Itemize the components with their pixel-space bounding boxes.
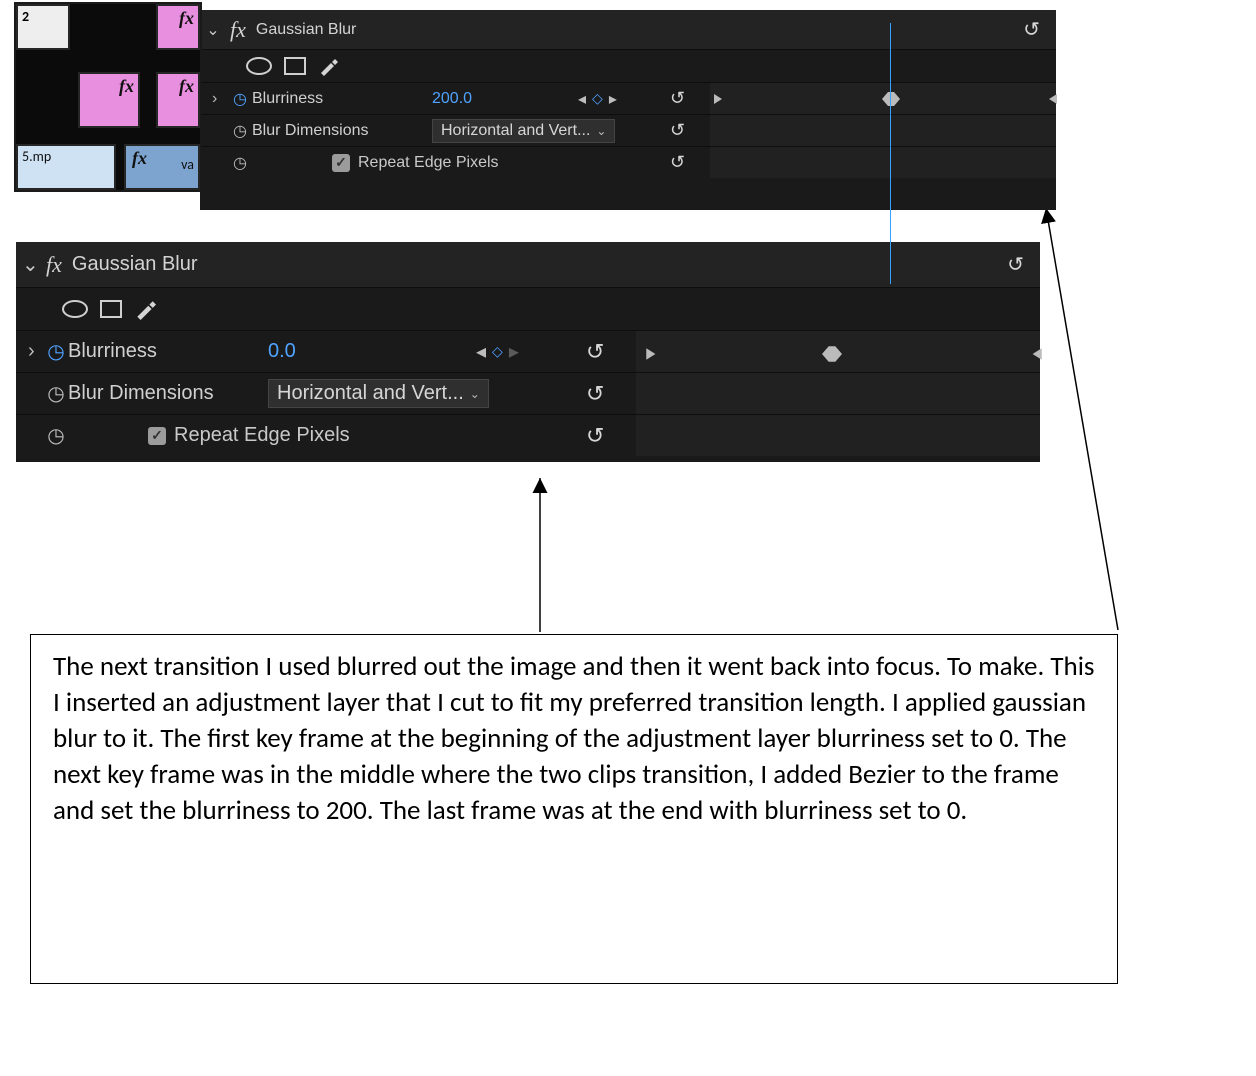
reset-property-button[interactable]: ↺ xyxy=(586,339,604,365)
keyframe-track[interactable] xyxy=(636,331,1040,372)
stopwatch-icon[interactable]: ◷ xyxy=(44,381,68,406)
mask-tools-row xyxy=(16,288,1040,330)
timeline-clip[interactable]: 5.mp xyxy=(16,144,116,190)
reset-property-button[interactable]: ↺ xyxy=(670,88,685,109)
keyframe-marker[interactable] xyxy=(1045,92,1061,106)
property-row-repeat-edge: ◷ ✓ Repeat Edge Pixels ↺ xyxy=(200,146,1056,178)
track-header: 2 xyxy=(16,4,70,50)
ellipse-mask-icon[interactable] xyxy=(246,57,272,75)
reset-effect-button[interactable]: ↺ xyxy=(1001,252,1030,277)
rectangle-mask-icon[interactable] xyxy=(284,57,306,75)
blur-dimensions-dropdown[interactable]: Horizontal and Vert... ⌄ xyxy=(432,119,615,143)
keyframe-track[interactable] xyxy=(710,147,1056,178)
property-row-blur-dimensions: ◷ Blur Dimensions Horizontal and Vert...… xyxy=(16,372,1040,414)
checkbox-label: Repeat Edge Pixels xyxy=(358,154,499,172)
chevron-right-icon[interactable]: › xyxy=(28,340,44,363)
effect-name: Gaussian Blur xyxy=(256,21,357,39)
reset-property-button[interactable]: ↺ xyxy=(586,381,604,407)
effect-controls-panel: ⌄ fx Gaussian Blur ↺ › ◷ Blurriness 200.… xyxy=(200,10,1056,210)
annotation-text: The next transition I used blurred out t… xyxy=(53,650,1094,827)
blur-dimensions-dropdown[interactable]: Horizontal and Vert... ⌄ xyxy=(268,379,489,408)
property-label: Blur Dimensions xyxy=(68,382,268,405)
timeline-clip[interactable]: fx xyxy=(78,72,140,128)
screenshot-2: ⌄ fx Gaussian Blur ↺ › ◷ Blurriness 0.0 … xyxy=(16,242,1040,462)
reset-property-button[interactable]: ↺ xyxy=(670,120,685,141)
fx-badge-icon: fx xyxy=(179,8,194,29)
ellipse-mask-icon[interactable] xyxy=(62,300,88,318)
fx-badge-icon: fx xyxy=(132,148,147,169)
property-label: Blurriness xyxy=(252,90,432,108)
property-row-blurriness: › ◷ Blurriness 200.0 ◂ ◇ ▸ ↺ xyxy=(200,82,1056,114)
chevron-right-icon[interactable]: › xyxy=(212,90,228,108)
track-number: 2 xyxy=(22,8,29,25)
fx-badge-icon: fx xyxy=(179,76,194,97)
fx-badge-icon: fx xyxy=(119,76,134,97)
property-row-blur-dimensions: ◷ Blur Dimensions Horizontal and Vert...… xyxy=(200,114,1056,146)
dropdown-value: Horizontal and Vert... xyxy=(441,122,590,140)
timeline-clip[interactable]: fx xyxy=(156,4,200,50)
chevron-down-icon: ⌄ xyxy=(596,124,606,138)
effect-controls-panel: ⌄ fx Gaussian Blur ↺ › ◷ Blurriness 0.0 … xyxy=(16,242,1040,462)
prev-keyframe-icon[interactable]: ◂ xyxy=(476,339,486,364)
keyframe-marker[interactable] xyxy=(1028,345,1044,359)
property-label: Blur Dimensions xyxy=(252,122,432,140)
property-row-repeat-edge: ◷ ✓ Repeat Edge Pixels ↺ xyxy=(16,414,1040,456)
blurriness-value[interactable]: 200.0 xyxy=(432,90,542,108)
stopwatch-icon[interactable]: ◷ xyxy=(228,121,252,141)
repeat-edge-checkbox[interactable]: ✓ xyxy=(148,427,166,445)
dropdown-value: Horizontal and Vert... xyxy=(277,382,464,405)
stopwatch-icon[interactable]: ◷ xyxy=(228,89,252,109)
fx-icon: fx xyxy=(46,252,62,278)
annotation-textbox: The next transition I used blurred out t… xyxy=(30,634,1118,984)
pen-mask-icon[interactable] xyxy=(134,298,156,320)
prev-keyframe-icon[interactable]: ◂ xyxy=(578,89,586,109)
timeline-clip[interactable]: fx xyxy=(156,72,200,128)
chevron-down-icon[interactable]: ⌄ xyxy=(22,252,36,277)
clip-label: va xyxy=(181,156,194,173)
add-keyframe-icon[interactable]: ◇ xyxy=(492,343,503,360)
reset-effect-button[interactable]: ↺ xyxy=(1017,17,1046,42)
keyframe-marker[interactable] xyxy=(712,92,728,106)
screenshot-1: 2 fx fx fx 5.mp fx va ⌄ fx Gaussian Blur… xyxy=(16,4,1040,204)
reset-property-button[interactable]: ↺ xyxy=(670,152,685,173)
pen-mask-icon[interactable] xyxy=(318,56,338,76)
chevron-down-icon: ⌄ xyxy=(470,387,480,401)
keyframe-track[interactable] xyxy=(636,415,1040,456)
chevron-down-icon[interactable]: ⌄ xyxy=(206,20,220,40)
next-keyframe-icon[interactable]: ▸ xyxy=(509,339,519,364)
next-keyframe-icon[interactable]: ▸ xyxy=(609,89,617,109)
clip-filename: 5.mp xyxy=(22,148,51,165)
keyframe-track[interactable] xyxy=(636,373,1040,414)
keyframe-marker[interactable] xyxy=(644,345,660,359)
bezier-keyframe-marker[interactable] xyxy=(822,345,838,359)
fx-icon: fx xyxy=(230,17,246,43)
effect-name: Gaussian Blur xyxy=(72,253,198,276)
rectangle-mask-icon[interactable] xyxy=(100,300,122,318)
stopwatch-icon[interactable]: ◷ xyxy=(228,153,252,173)
keyframe-track[interactable] xyxy=(710,115,1056,146)
effect-header[interactable]: ⌄ fx Gaussian Blur ↺ xyxy=(200,10,1056,50)
stopwatch-icon[interactable]: ◷ xyxy=(44,339,68,364)
timeline-clip[interactable]: fx va xyxy=(124,144,200,190)
property-row-blurriness: › ◷ Blurriness 0.0 ◂ ◇ ▸ ↺ xyxy=(16,330,1040,372)
keyframe-navigator: ◂ ◇ ▸ xyxy=(578,89,617,109)
keyframe-track[interactable] xyxy=(710,83,1056,114)
mask-tools-row xyxy=(200,50,1056,82)
timeline-thumbnail: 2 fx fx fx 5.mp fx va xyxy=(16,4,200,190)
playhead[interactable] xyxy=(890,87,891,284)
checkbox-label: Repeat Edge Pixels xyxy=(174,424,350,447)
blurriness-value[interactable]: 0.0 xyxy=(268,340,378,363)
reset-property-button[interactable]: ↺ xyxy=(586,423,604,449)
repeat-edge-checkbox[interactable]: ✓ xyxy=(332,154,350,172)
stopwatch-icon[interactable]: ◷ xyxy=(44,423,68,448)
property-label: Blurriness xyxy=(68,340,268,363)
effect-header[interactable]: ⌄ fx Gaussian Blur ↺ xyxy=(16,242,1040,288)
keyframe-navigator: ◂ ◇ ▸ xyxy=(476,339,519,364)
add-keyframe-icon[interactable]: ◇ xyxy=(592,90,603,107)
